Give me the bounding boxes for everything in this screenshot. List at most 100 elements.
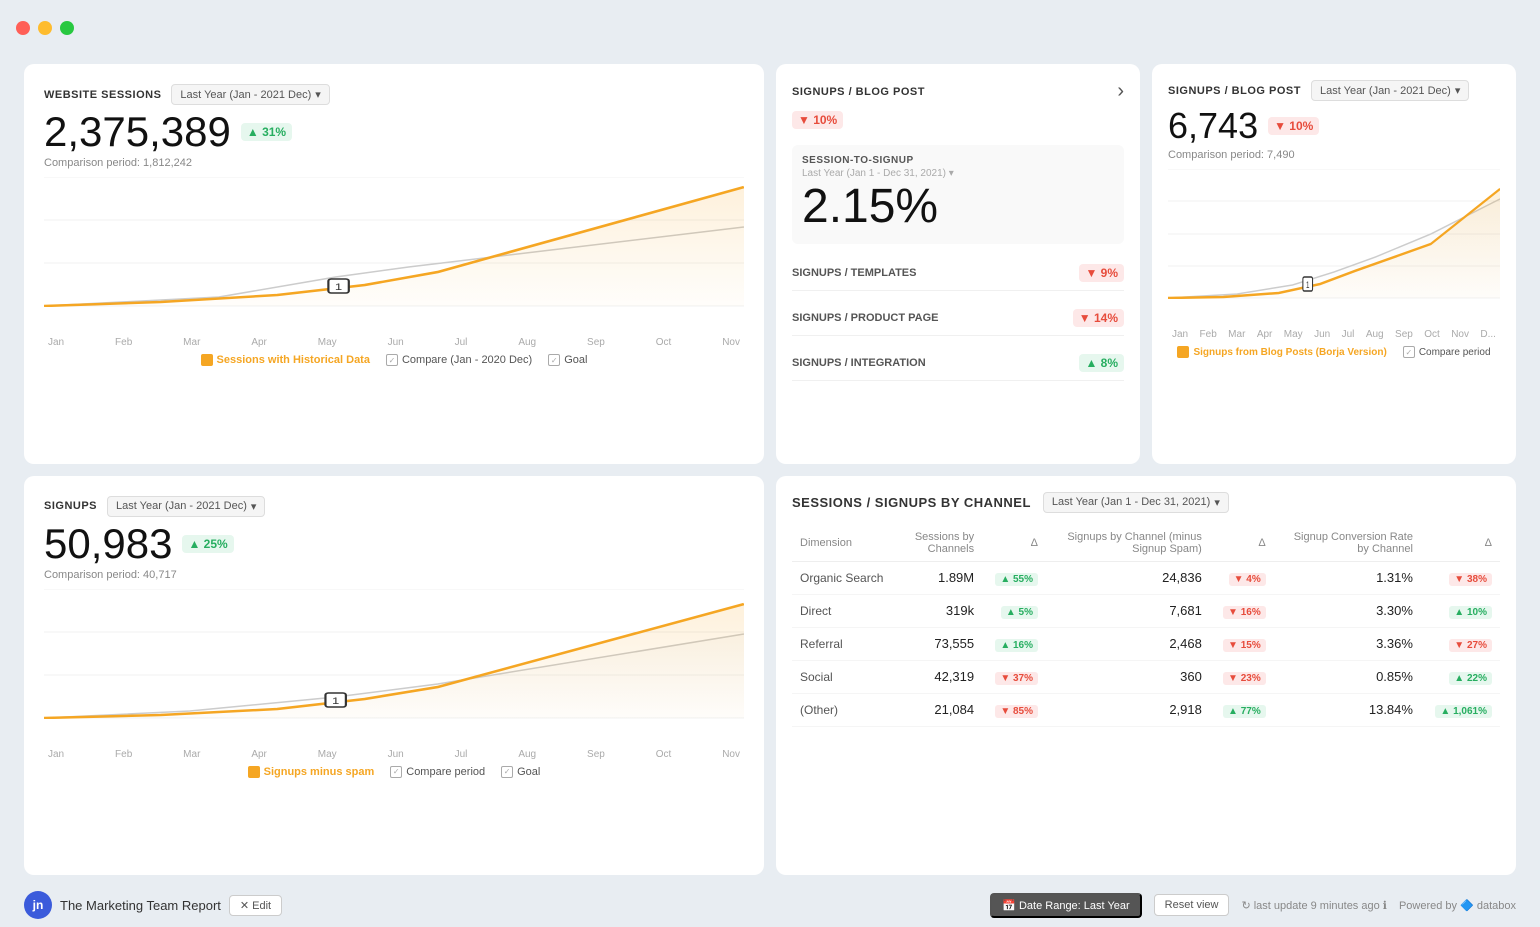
- signups-nav-badge: ▼ 10%: [792, 111, 843, 129]
- sessions-by-channel-card: SESSIONS / SIGNUPS BY CHANNEL Last Year …: [776, 476, 1516, 876]
- titlebar: [0, 0, 1540, 56]
- cell-signups-delta: ▼ 23%: [1210, 660, 1274, 693]
- cell-rate-delta: ▲ 10%: [1421, 594, 1500, 627]
- conversion-value: 2.15%: [802, 179, 1114, 234]
- cell-rate: 3.30%: [1274, 594, 1421, 627]
- cell-signups: 7,681: [1046, 594, 1210, 627]
- col-rate: Signup Conversion Rateby Channel: [1274, 525, 1421, 562]
- cell-sessions-delta: ▲ 5%: [982, 594, 1046, 627]
- signups-integration[interactable]: SIGNUPS / INTEGRATION ▲ 8%: [792, 346, 1124, 381]
- cell-dimension: Social: [792, 660, 900, 693]
- col-rate-delta: Δ: [1421, 525, 1500, 562]
- brand-logo: jn: [24, 891, 52, 919]
- cell-sessions: 1.89M: [900, 561, 982, 594]
- col-dimension: Dimension: [792, 525, 900, 562]
- table-row: Social 42,319 ▼ 37% 360 ▼ 23% 0.85% ▲ 22…: [792, 660, 1500, 693]
- maximize-button[interactable]: [60, 21, 74, 35]
- cell-dimension: Organic Search: [792, 561, 900, 594]
- cell-rate-delta: ▼ 27%: [1421, 627, 1500, 660]
- svg-text:1: 1: [1306, 280, 1309, 290]
- middle-section: SIGNUPS / BLOG POST › ▼ 10% SESSION-TO-S…: [776, 64, 1516, 464]
- signups-nav-title: SIGNUPS / BLOG POST: [792, 86, 925, 98]
- date-range-button[interactable]: 📅 Date Range: Last Year: [990, 893, 1141, 918]
- cell-signups: 2,918: [1046, 693, 1210, 726]
- cell-signups: 360: [1046, 660, 1210, 693]
- legend-goal[interactable]: ✓ Goal: [548, 354, 587, 366]
- website-sessions-chart: 1: [44, 177, 744, 337]
- signups-templates[interactable]: SIGNUPS / TEMPLATES ▼ 9%: [792, 256, 1124, 291]
- cell-rate-delta: ▲ 22%: [1421, 660, 1500, 693]
- cell-sessions-delta: ▲ 16%: [982, 627, 1046, 660]
- legend-signups-spam[interactable]: Signups minus spam: [248, 766, 375, 778]
- table-row: Direct 319k ▲ 5% 7,681 ▼ 16% 3.30% ▲ 10%: [792, 594, 1500, 627]
- powered-by: Powered by 🔷 databox: [1399, 899, 1516, 912]
- legend-compare-period[interactable]: ✓ Compare period: [1403, 346, 1491, 358]
- footer-left: jn The Marketing Team Report ✕ Edit: [24, 891, 978, 919]
- cell-sessions-delta: ▲ 55%: [982, 561, 1046, 594]
- table-row: Organic Search 1.89M ▲ 55% 24,836 ▼ 4% 1…: [792, 561, 1500, 594]
- reset-view-button[interactable]: Reset view: [1154, 894, 1230, 916]
- table-row: Referral 73,555 ▲ 16% 2,468 ▼ 15% 3.36% …: [792, 627, 1500, 660]
- legend-compare[interactable]: ✓ Compare (Jan - 2020 Dec): [386, 354, 532, 366]
- col-signups: Signups by Channel (minusSignup Spam): [1046, 525, 1210, 562]
- cell-dimension: (Other): [792, 693, 900, 726]
- signups-card: SIGNUPS Last Year (Jan - 2021 Dec) ▾ 50,…: [24, 476, 764, 876]
- signups-blog-dropdown[interactable]: Last Year (Jan - 2021 Dec) ▾: [1311, 80, 1469, 101]
- legend-blog-posts[interactable]: Signups from Blog Posts (Borja Version): [1177, 346, 1386, 358]
- signups-nav-card: SIGNUPS / BLOG POST › ▼ 10% SESSION-TO-S…: [776, 64, 1140, 464]
- col-signups-delta: Δ: [1210, 525, 1274, 562]
- signups-blog-chart: 1: [1168, 169, 1500, 329]
- signups-comparison: Comparison period: 40,717: [44, 569, 744, 581]
- nav-arrow[interactable]: ›: [1117, 80, 1124, 103]
- cell-sessions: 319k: [900, 594, 982, 627]
- session-to-signup-label: SESSION-TO-SIGNUP: [802, 155, 1114, 166]
- signups-blog-comparison: Comparison period: 7,490: [1168, 149, 1500, 161]
- close-button[interactable]: [16, 21, 30, 35]
- col-sessions-delta: Δ: [982, 525, 1046, 562]
- last-update: ↻ last update 9 minutes ago ℹ: [1241, 899, 1386, 912]
- website-sessions-badge: ▲ 31%: [241, 123, 292, 141]
- cell-signups: 24,836: [1046, 561, 1210, 594]
- main-content: WEBSITE SESSIONS Last Year (Jan - 2021 D…: [0, 56, 1540, 883]
- cell-signups-delta: ▲ 77%: [1210, 693, 1274, 726]
- cell-signups-delta: ▼ 15%: [1210, 627, 1274, 660]
- signups-blog-legend: Signups from Blog Posts (Borja Version) …: [1168, 346, 1500, 358]
- cell-signups-delta: ▼ 16%: [1210, 594, 1274, 627]
- footer-right: 📅 Date Range: Last Year Reset view ↻ las…: [990, 893, 1516, 918]
- legend-compare-period-2[interactable]: ✓ Compare period: [390, 766, 485, 778]
- website-sessions-dropdown[interactable]: Last Year (Jan - 2021 Dec) ▾: [171, 84, 329, 105]
- minimize-button[interactable]: [38, 21, 52, 35]
- sessions-channel-dropdown[interactable]: Last Year (Jan 1 - Dec 31, 2021) ▾: [1043, 492, 1229, 513]
- report-title: The Marketing Team Report: [60, 898, 221, 913]
- svg-text:1: 1: [335, 283, 342, 293]
- cell-sessions: 21,084: [900, 693, 982, 726]
- website-sessions-legend: Sessions with Historical Data ✓ Compare …: [44, 354, 744, 366]
- sessions-channel-title: SESSIONS / SIGNUPS BY CHANNEL: [792, 495, 1031, 510]
- signups-dropdown[interactable]: Last Year (Jan - 2021 Dec) ▾: [107, 496, 265, 517]
- cell-sessions: 73,555: [900, 627, 982, 660]
- signups-legend: Signups minus spam ✓ Compare period ✓ Go…: [44, 766, 744, 778]
- signups-blog-card: SIGNUPS / BLOG POST Last Year (Jan - 202…: [1152, 64, 1516, 464]
- cell-sessions-delta: ▼ 37%: [982, 660, 1046, 693]
- signups-badge: ▲ 25%: [182, 535, 233, 553]
- cell-rate: 13.84%: [1274, 693, 1421, 726]
- website-sessions-value: 2,375,389: [44, 109, 231, 155]
- cell-sessions-delta: ▼ 85%: [982, 693, 1046, 726]
- cell-rate: 3.36%: [1274, 627, 1421, 660]
- legend-sessions-historical[interactable]: Sessions with Historical Data: [201, 354, 370, 366]
- website-sessions-title: WEBSITE SESSIONS: [44, 89, 161, 101]
- legend-goal-2[interactable]: ✓ Goal: [501, 766, 540, 778]
- signups-chart: 1: [44, 589, 744, 749]
- cell-rate-delta: ▼ 38%: [1421, 561, 1500, 594]
- signups-blog-badge: ▼ 10%: [1268, 117, 1319, 135]
- signups-product[interactable]: SIGNUPS / PRODUCT PAGE ▼ 14%: [792, 301, 1124, 336]
- website-sessions-card: WEBSITE SESSIONS Last Year (Jan - 2021 D…: [24, 64, 764, 464]
- edit-button[interactable]: ✕ Edit: [229, 895, 282, 916]
- cell-signups-delta: ▼ 4%: [1210, 561, 1274, 594]
- signups-title: SIGNUPS: [44, 500, 97, 512]
- table-row: (Other) 21,084 ▼ 85% 2,918 ▲ 77% 13.84% …: [792, 693, 1500, 726]
- table-header-row: Dimension Sessions byChannels Δ Signups …: [792, 525, 1500, 562]
- cell-dimension: Direct: [792, 594, 900, 627]
- cell-rate: 0.85%: [1274, 660, 1421, 693]
- signups-blog-x-labels: JanFebMarAprMay JunJulAugSepOctNovD...: [1168, 329, 1500, 340]
